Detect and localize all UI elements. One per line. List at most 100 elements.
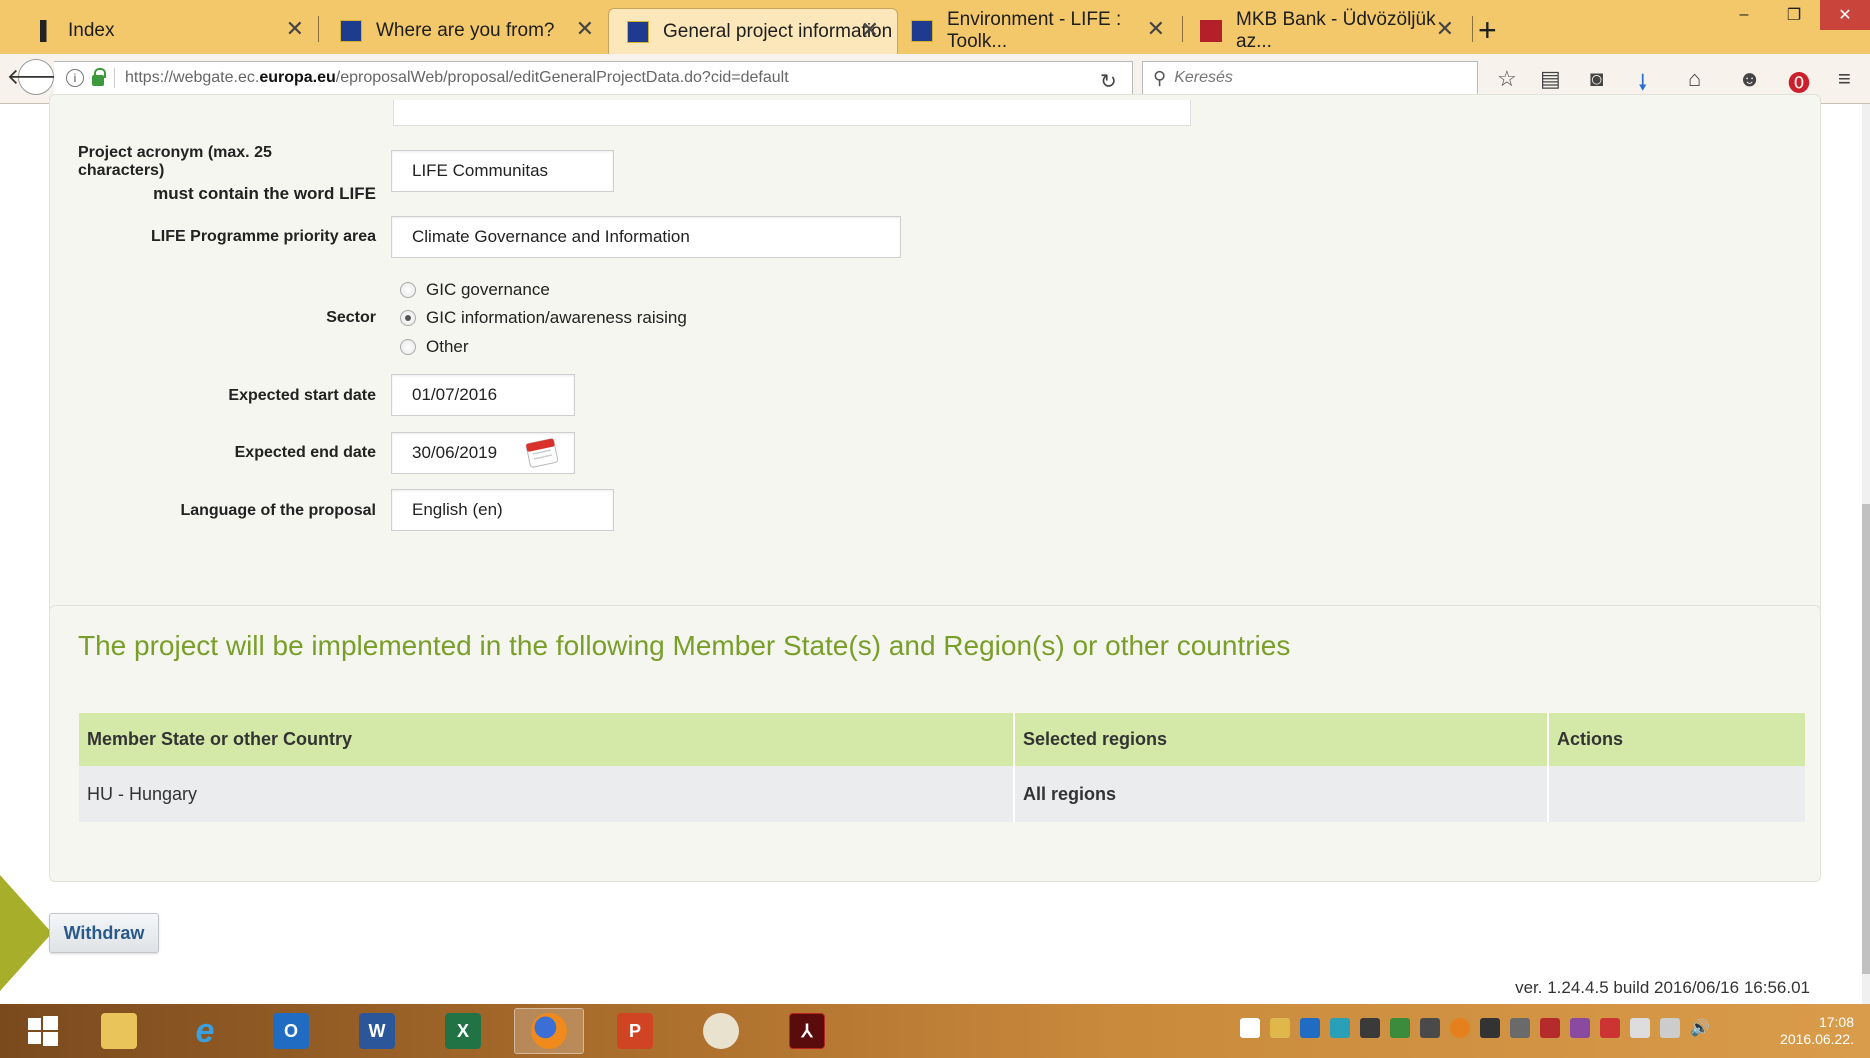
tray-app-icon[interactable] [1630, 1018, 1650, 1038]
tab-index[interactable]: Index ✕ [22, 8, 322, 54]
powerpoint-icon: P [617, 1013, 653, 1049]
sector-label: Sector [326, 309, 376, 326]
acronym-label: Project acronym (max. 25 characters) [78, 144, 272, 179]
language-label: Language of the proposal [180, 502, 376, 519]
tray-app-icon[interactable] [1510, 1018, 1530, 1038]
tab-mkb-bank[interactable]: MKB Bank - Üdvözöljük az... ✕ [1182, 8, 1472, 54]
language-field[interactable]: English (en) [391, 489, 614, 531]
tab-environment-life[interactable]: Environment - LIFE : Toolk... ✕ [893, 8, 1183, 54]
acronym-input[interactable]: LIFE Communitas [391, 150, 614, 192]
search-input[interactable]: ⚲ Keresés [1142, 61, 1478, 95]
cell-regions: All regions [1023, 783, 1117, 804]
tray-app-icon[interactable] [1390, 1018, 1410, 1038]
withdraw-button[interactable]: Withdraw [49, 913, 159, 953]
folder-icon [101, 1013, 137, 1049]
cell-country: HU - Hungary [87, 783, 198, 804]
url-text: https://webgate.ec.europa.eu/eproposalWe… [125, 69, 789, 86]
new-tab-plus-icon[interactable]: + [1478, 12, 1497, 49]
priority-area-label: LIFE Programme priority area [151, 228, 376, 245]
project-title-textarea[interactable] [393, 100, 1191, 126]
pointer-arrow-icon [0, 875, 52, 991]
search-icon: ⚲ [1153, 67, 1167, 88]
sector-option-gic-governance[interactable]: GIC governance [400, 280, 550, 300]
firefox-icon [531, 1013, 567, 1049]
info-icon[interactable]: i [66, 69, 84, 87]
home-icon[interactable]: ⌂ [1688, 66, 1701, 92]
close-icon[interactable]: ✕ [1436, 16, 1454, 42]
version-text: ver. 1.24.4.5 build 2016/06/16 16:56.01 [1515, 978, 1810, 997]
tray-app-icon[interactable] [1480, 1018, 1500, 1038]
column-header-actions: Actions [1557, 729, 1624, 749]
menu-icon[interactable]: ≡ [1838, 66, 1851, 92]
taskbar-excel[interactable]: X [428, 1008, 498, 1054]
column-divider [1013, 713, 1015, 822]
taskbar-file-explorer[interactable] [84, 1008, 154, 1054]
tray-windows-icon[interactable] [1240, 1018, 1260, 1038]
start-date-input[interactable]: 01/07/2016 [391, 374, 575, 416]
start-button[interactable] [8, 1008, 78, 1054]
scrollbar-thumb[interactable] [1862, 504, 1870, 974]
reading-list-icon[interactable]: ▤ [1540, 66, 1561, 92]
start-date-label: Expected start date [228, 387, 376, 404]
taskbar-outlook[interactable]: O [256, 1008, 326, 1054]
end-date-label: Expected end date [234, 444, 376, 461]
pocket-icon[interactable]: ◙ [1590, 66, 1603, 92]
outlook-icon: O [273, 1013, 309, 1049]
windows-taskbar: e O W X P ⅄ 🔊 17:08 2016.06.22. [0, 1004, 1870, 1058]
tray-app-icon[interactable] [1360, 1018, 1380, 1038]
radio-button[interactable] [400, 339, 416, 355]
tray-app-icon[interactable] [1600, 1018, 1620, 1038]
priority-area-field[interactable]: Climate Governance and Information [391, 216, 901, 258]
bookmark-star-icon[interactable]: ☆ [1497, 66, 1517, 92]
taskbar-internet-explorer[interactable]: e [170, 1008, 240, 1054]
address-bar[interactable]: i https://webgate.ec.europa.eu/eproposal… [54, 61, 1133, 95]
tray-app-icon[interactable] [1420, 1018, 1440, 1038]
column-header-country: Member State or other Country [87, 729, 353, 749]
tab-separator [1472, 16, 1473, 42]
lock-icon [92, 67, 106, 86]
eu-flag-icon [911, 20, 933, 42]
internet-explorer-icon: e [195, 1011, 215, 1050]
radio-button-checked[interactable] [400, 310, 416, 326]
close-icon[interactable]: ✕ [576, 16, 594, 42]
eu-flag-icon [627, 20, 649, 43]
minimize-icon[interactable]: – [1722, 0, 1766, 30]
tray-outlook-icon[interactable] [1300, 1018, 1320, 1038]
tab-where-are-you-from[interactable]: Where are you from? ✕ [322, 8, 612, 54]
window-close-icon[interactable]: ✕ [1820, 0, 1870, 30]
restore-icon[interactable]: ❐ [1772, 0, 1816, 30]
taskbar-word[interactable]: W [342, 1008, 412, 1054]
taskbar-acrobat[interactable]: ⅄ [772, 1008, 842, 1054]
taskbar-firefox[interactable] [514, 1008, 584, 1054]
tray-mail-icon[interactable] [1270, 1018, 1290, 1038]
close-icon[interactable]: ✕ [286, 16, 304, 42]
tab-general-project-information[interactable]: General project information ✕ [608, 8, 898, 54]
sector-option-gic-information[interactable]: GIC information/awareness raising [400, 308, 687, 328]
back-arrow-icon[interactable]: 🡐 [7, 59, 66, 95]
document-icon [40, 20, 54, 42]
tab-label: Where are you from? [376, 20, 555, 41]
tray-app-icon[interactable] [1570, 1018, 1590, 1038]
taskbar-powerpoint[interactable]: P [600, 1008, 670, 1054]
volume-icon[interactable]: 🔊 [1690, 1018, 1710, 1038]
close-icon[interactable]: ✕ [1147, 16, 1165, 42]
calendar-icon[interactable] [524, 432, 562, 470]
radio-button[interactable] [400, 282, 416, 298]
eu-flag-icon [340, 20, 362, 42]
column-header-regions: Selected regions [1023, 729, 1168, 749]
tab-label: Index [68, 20, 115, 41]
tray-app-icon[interactable] [1540, 1018, 1560, 1038]
windows-logo-icon [28, 1016, 58, 1046]
chat-icon[interactable]: ☻ [1738, 66, 1761, 92]
tray-network-icon[interactable] [1330, 1018, 1350, 1038]
close-icon[interactable]: ✕ [861, 17, 879, 43]
taskbar-paint[interactable] [686, 1008, 756, 1054]
clock-date: 2016.06.22. [1780, 1031, 1854, 1047]
tray-app-icon[interactable] [1450, 1018, 1470, 1038]
column-divider [1547, 713, 1549, 822]
taskbar-clock[interactable]: 17:08 2016.06.22. [1780, 1014, 1854, 1048]
tray-monitor-icon[interactable] [1660, 1018, 1680, 1038]
implementation-section-title: The project will be implemented in the f… [78, 630, 1291, 661]
sector-option-other[interactable]: Other [400, 337, 469, 357]
reload-icon[interactable]: ↻ [1100, 69, 1117, 94]
